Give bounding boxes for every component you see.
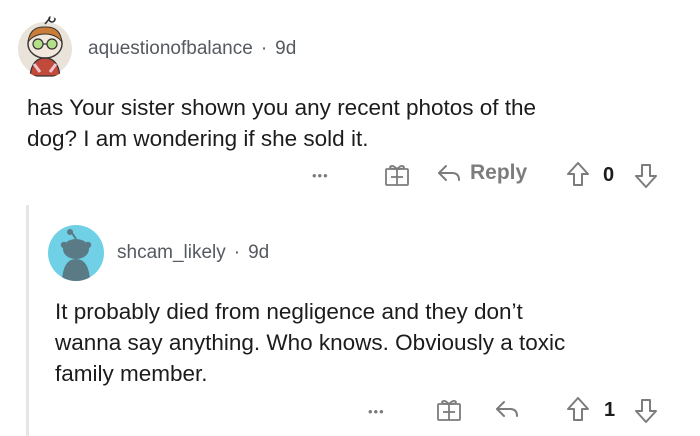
reply-icon: [436, 161, 462, 185]
upvote-icon: [566, 396, 590, 422]
award-icon: [436, 398, 462, 422]
comment-age: 9d: [275, 38, 297, 59]
comment-body-line: wanna say anything. Who knows. Obviously…: [55, 330, 566, 355]
comment-body-line: dog? I am wondering if she sold it.: [27, 126, 369, 151]
reply-icon: [494, 397, 520, 421]
vote-score: 0: [603, 164, 615, 186]
comment-body-line: It probably died from negligence and the…: [55, 299, 523, 324]
downvote-button[interactable]: [634, 398, 658, 424]
comment-age: 9d: [248, 242, 270, 263]
more-button[interactable]: •••: [312, 160, 329, 190]
comment-body-line: has Your sister shown you any recent pho…: [27, 95, 537, 120]
reply-label: Reply: [470, 161, 528, 184]
downvote-icon: [634, 398, 658, 424]
username[interactable]: shcam_likely: [117, 242, 226, 264]
more-icon: •••: [368, 403, 385, 419]
reply-button[interactable]: [494, 397, 520, 421]
comment-body: It probably died from negligence and the…: [55, 296, 685, 389]
avatar[interactable]: [16, 16, 74, 78]
comment-body: has Your sister shown you any recent pho…: [27, 92, 677, 154]
thread-line: [26, 205, 29, 436]
meta-separator: ·: [260, 38, 268, 59]
comment-meta: aquestionofbalance · 9d: [88, 38, 296, 60]
upvote-icon: [566, 161, 590, 187]
avatar[interactable]: [48, 225, 104, 281]
award-icon: [384, 163, 410, 187]
meta-separator: ·: [233, 242, 241, 263]
downvote-icon: [634, 163, 658, 189]
vote-score: 1: [604, 399, 616, 421]
comment-body-line: family member.: [55, 361, 208, 386]
more-icon: •••: [312, 167, 329, 183]
award-button[interactable]: [436, 398, 462, 422]
more-button[interactable]: •••: [368, 397, 385, 425]
award-button[interactable]: [384, 163, 410, 187]
reply-button[interactable]: Reply: [436, 161, 527, 185]
comment-meta: shcam_likely · 9d: [117, 242, 269, 264]
username[interactable]: aquestionofbalance: [88, 38, 253, 60]
upvote-button[interactable]: [566, 161, 590, 187]
downvote-button[interactable]: [634, 163, 658, 189]
upvote-button[interactable]: [566, 396, 590, 422]
